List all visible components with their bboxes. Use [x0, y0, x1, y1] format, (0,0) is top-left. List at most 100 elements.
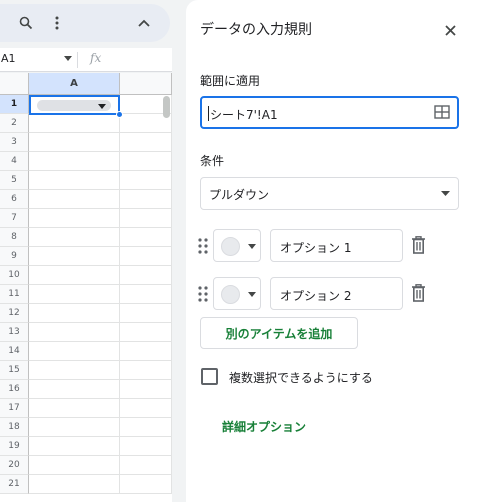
trash-icon[interactable]	[411, 236, 426, 254]
fill-handle[interactable]	[116, 111, 123, 118]
option-input[interactable]: オプション 2	[270, 277, 403, 310]
cell[interactable]	[29, 114, 120, 133]
column-header-b[interactable]	[120, 73, 172, 95]
cell[interactable]	[29, 418, 120, 437]
cell[interactable]	[120, 266, 172, 285]
cell[interactable]	[29, 133, 120, 152]
caret-down-icon	[248, 244, 256, 249]
row-header[interactable]: 4	[0, 152, 29, 171]
row-header[interactable]: 9	[0, 247, 29, 266]
toolbar	[0, 4, 170, 42]
data-validation-panel: データの入力規則 範囲に適用 シート7'!A1 条件 プルダウン オプション 1	[186, 0, 486, 502]
row-header[interactable]: 19	[0, 437, 29, 456]
row-header[interactable]: 8	[0, 228, 29, 247]
cell[interactable]	[120, 133, 172, 152]
cell[interactable]	[29, 361, 120, 380]
selected-cell-a1[interactable]	[29, 95, 120, 115]
spreadsheet-area: A1 fx A 1 2 3 4 5 6 7 8 9 10 11 12 13 14 15 16 17 18 19 20 2…	[0, 0, 172, 502]
option-value: オプション 1	[280, 241, 352, 255]
row-header[interactable]: 12	[0, 304, 29, 323]
select-all-corner[interactable]	[0, 73, 29, 95]
cell[interactable]	[29, 266, 120, 285]
cell[interactable]	[120, 475, 172, 494]
cell[interactable]	[120, 190, 172, 209]
option-color-picker[interactable]	[213, 277, 261, 310]
row-header[interactable]: 13	[0, 323, 29, 342]
criteria-dropdown[interactable]: プルダウン	[200, 177, 459, 210]
option-color-picker[interactable]	[213, 229, 261, 262]
option-input[interactable]: オプション 1	[270, 229, 403, 262]
advanced-options-link[interactable]: 詳細オプション	[222, 418, 306, 435]
row-header[interactable]: 15	[0, 361, 29, 380]
range-input[interactable]: シート7'!A1	[200, 96, 459, 129]
cell[interactable]	[29, 209, 120, 228]
column-header-a[interactable]: A	[29, 73, 120, 95]
caret-down-icon	[248, 292, 256, 297]
row-header[interactable]: 20	[0, 456, 29, 475]
add-item-button[interactable]: 別のアイテムを追加	[200, 317, 358, 349]
cell[interactable]	[29, 456, 120, 475]
cell[interactable]	[120, 399, 172, 418]
row-header[interactable]: 2	[0, 114, 29, 133]
cell[interactable]	[29, 342, 120, 361]
vertical-scrollbar[interactable]	[163, 96, 170, 118]
cell[interactable]	[120, 247, 172, 266]
row-header[interactable]: 6	[0, 190, 29, 209]
cell[interactable]	[120, 209, 172, 228]
cell[interactable]	[29, 190, 120, 209]
drag-handle-icon[interactable]	[198, 286, 208, 302]
row-header[interactable]: 16	[0, 380, 29, 399]
cell[interactable]	[120, 456, 172, 475]
search-icon[interactable]	[14, 11, 38, 35]
option-value: オプション 2	[280, 289, 352, 303]
cell[interactable]	[120, 418, 172, 437]
row-header[interactable]: 14	[0, 342, 29, 361]
drag-handle-icon[interactable]	[198, 238, 208, 254]
cell[interactable]	[29, 171, 120, 190]
function-icon: fx	[90, 51, 102, 65]
row-header[interactable]: 21	[0, 475, 29, 494]
row-header[interactable]: 11	[0, 285, 29, 304]
row-header[interactable]: 3	[0, 133, 29, 152]
cell[interactable]	[120, 323, 172, 342]
cell[interactable]	[120, 361, 172, 380]
cell[interactable]	[29, 152, 120, 171]
cell[interactable]	[29, 323, 120, 342]
row-header[interactable]: 17	[0, 399, 29, 418]
cell[interactable]	[120, 380, 172, 399]
name-box[interactable]: A1	[1, 52, 16, 65]
cell[interactable]	[29, 380, 120, 399]
multi-select-checkbox[interactable]	[201, 368, 218, 385]
caret-down-icon	[441, 191, 450, 196]
cell[interactable]	[120, 304, 172, 323]
formula-bar: A1 fx	[0, 48, 172, 72]
cell[interactable]	[29, 304, 120, 323]
sheet-grid[interactable]: A 1 2 3 4 5 6 7 8 9 10 11 12 13 14 15 16 17 18 19 20 21	[0, 73, 172, 502]
cell[interactable]	[29, 475, 120, 494]
row-header[interactable]: 18	[0, 418, 29, 437]
cell[interactable]	[120, 342, 172, 361]
chevron-down-icon[interactable]	[64, 56, 72, 61]
divider	[77, 52, 78, 68]
row-header[interactable]: 7	[0, 209, 29, 228]
select-range-icon[interactable]	[434, 105, 450, 119]
color-swatch	[221, 285, 240, 304]
more-options-icon[interactable]	[45, 11, 69, 35]
criteria-label: 条件	[200, 154, 225, 168]
cell[interactable]	[120, 171, 172, 190]
row-header[interactable]: 5	[0, 171, 29, 190]
cell[interactable]	[120, 437, 172, 456]
cell[interactable]	[120, 228, 172, 247]
row-header[interactable]: 10	[0, 266, 29, 285]
row-header[interactable]: 1	[0, 95, 29, 114]
trash-icon[interactable]	[411, 284, 426, 302]
cell[interactable]	[120, 152, 172, 171]
cell[interactable]	[120, 285, 172, 304]
cell[interactable]	[29, 285, 120, 304]
close-button[interactable]	[440, 20, 460, 40]
cell[interactable]	[29, 437, 120, 456]
cell[interactable]	[29, 228, 120, 247]
cell[interactable]	[29, 247, 120, 266]
chevron-up-icon[interactable]	[132, 11, 156, 35]
cell[interactable]	[29, 399, 120, 418]
